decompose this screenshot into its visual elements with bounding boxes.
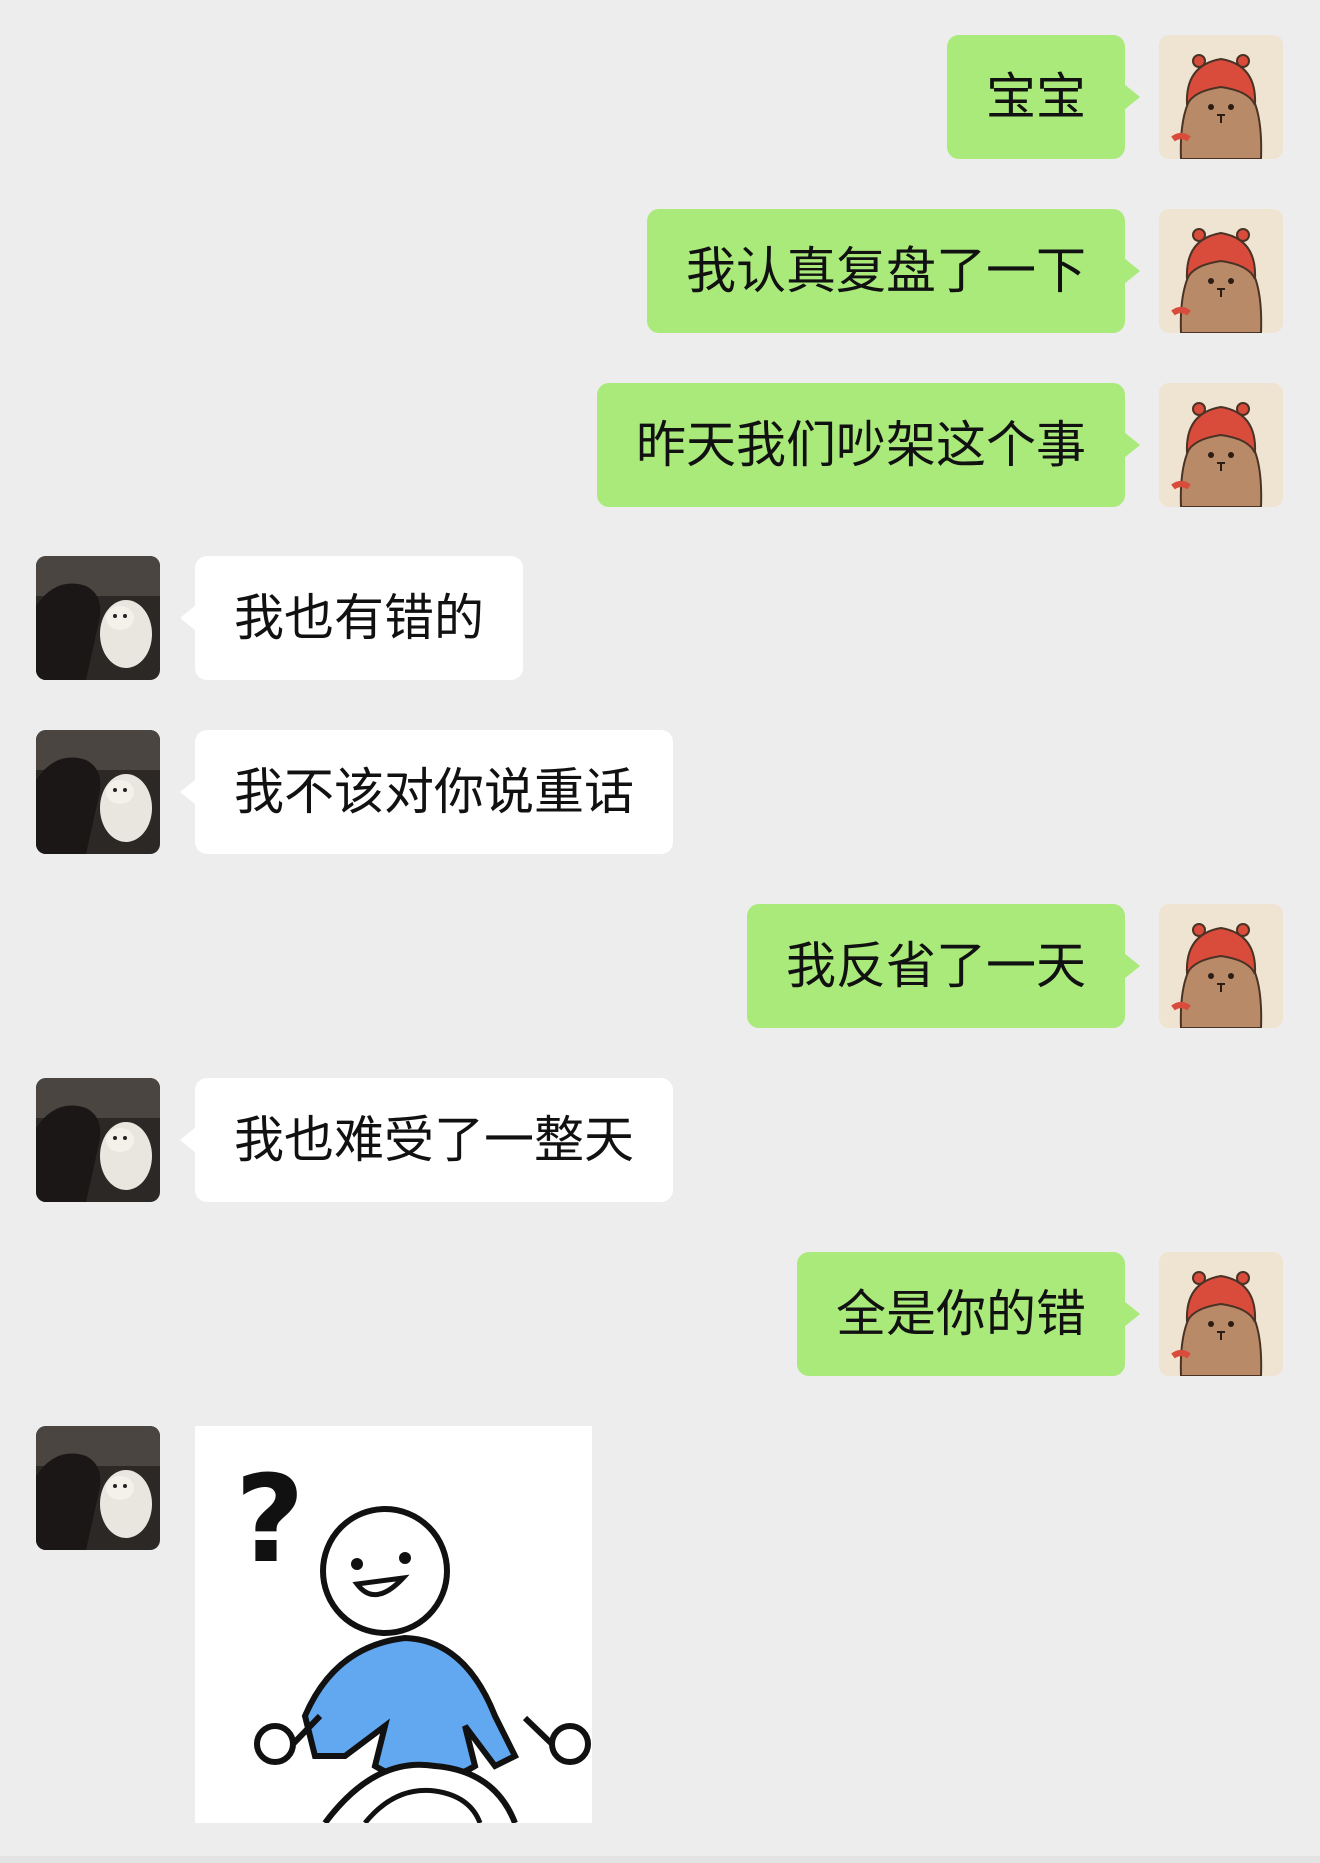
bubble-tail: [180, 779, 196, 805]
message-row-received: 我也有错的: [0, 556, 1320, 680]
self-avatar[interactable]: [1159, 383, 1283, 507]
bubble-tail: [180, 1127, 196, 1153]
contact-avatar[interactable]: [36, 1426, 160, 1550]
contact-avatar[interactable]: [36, 730, 160, 854]
message-row-sent: 我认真复盘了一下: [0, 209, 1320, 333]
bubble-tail: [1124, 432, 1140, 458]
self-avatar[interactable]: [1159, 209, 1283, 333]
message-bubble-sent[interactable]: 昨天我们吵架这个事: [597, 383, 1140, 507]
bubble-tail: [1124, 953, 1140, 979]
person-with-dog-avatar-icon: [36, 730, 160, 854]
message-text: 我不该对你说重话: [234, 763, 634, 821]
question-mark-stick-figure-icon: ?: [195, 1426, 592, 1823]
message-row-sent: 全是你的错: [0, 1252, 1320, 1376]
message-bubble-sent[interactable]: 我认真复盘了一下: [647, 209, 1140, 333]
self-avatar[interactable]: [1159, 904, 1283, 1028]
message-row-received: 我不该对你说重话: [0, 730, 1320, 854]
sticker-message[interactable]: ?: [195, 1426, 592, 1823]
message-bubble-sent[interactable]: 我反省了一天: [747, 904, 1140, 1028]
contact-avatar[interactable]: [36, 556, 160, 680]
message-text: 宝宝: [986, 68, 1086, 126]
svg-text:?: ?: [235, 1451, 305, 1590]
capybara-avatar-icon: [1159, 35, 1283, 159]
bubble-tail: [1124, 1301, 1140, 1327]
capybara-avatar-icon: [1159, 1252, 1283, 1376]
person-with-dog-avatar-icon: [36, 556, 160, 680]
chat-area[interactable]: 宝宝 我认真复盘了一下 昨天我们吵架这个事 我也有错的 我不该对你说重话 我反省…: [0, 0, 1320, 1863]
bubble-tail: [1124, 84, 1140, 110]
capybara-avatar-icon: [1159, 209, 1283, 333]
capybara-avatar-icon: [1159, 383, 1283, 507]
message-bubble-sent[interactable]: 宝宝: [947, 35, 1140, 159]
message-text: 我认真复盘了一下: [686, 242, 1086, 300]
message-text: 我也难受了一整天: [234, 1111, 634, 1169]
capybara-avatar-icon: [1159, 904, 1283, 1028]
message-row-sent: 我反省了一天: [0, 904, 1320, 1028]
message-bubble-received[interactable]: 我不该对你说重话: [180, 730, 673, 854]
person-with-dog-avatar-icon: [36, 1426, 160, 1550]
message-bubble-sent[interactable]: 全是你的错: [797, 1252, 1140, 1376]
bottom-divider: [0, 1856, 1320, 1863]
message-bubble-received[interactable]: 我也难受了一整天: [180, 1078, 673, 1202]
contact-avatar[interactable]: [36, 1078, 160, 1202]
message-row-sent: 宝宝: [0, 35, 1320, 159]
message-text: 昨天我们吵架这个事: [636, 416, 1086, 474]
message-text: 我也有错的: [234, 589, 484, 647]
person-with-dog-avatar-icon: [36, 1078, 160, 1202]
self-avatar[interactable]: [1159, 1252, 1283, 1376]
message-text: 全是你的错: [836, 1285, 1086, 1343]
message-text: 我反省了一天: [786, 937, 1086, 995]
message-bubble-received[interactable]: 我也有错的: [180, 556, 523, 680]
self-avatar[interactable]: [1159, 35, 1283, 159]
message-row-sent: 昨天我们吵架这个事: [0, 383, 1320, 507]
message-row-received: 我也难受了一整天: [0, 1078, 1320, 1202]
bubble-tail: [180, 605, 196, 631]
bubble-tail: [1124, 258, 1140, 284]
